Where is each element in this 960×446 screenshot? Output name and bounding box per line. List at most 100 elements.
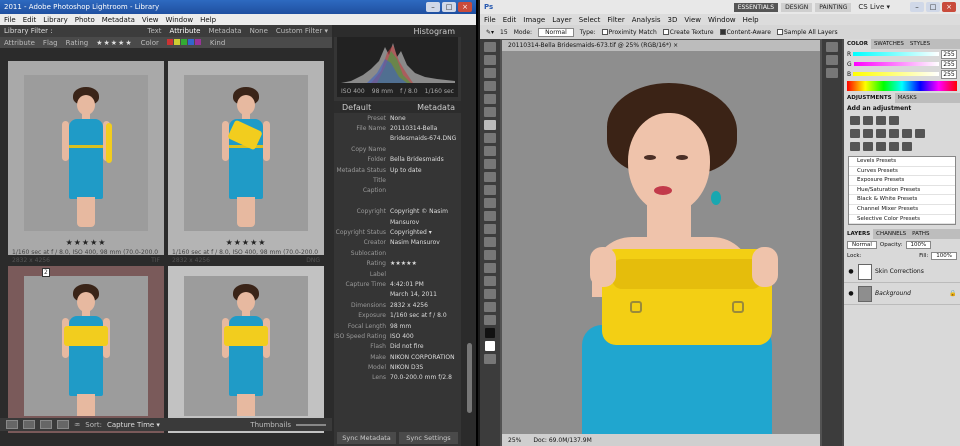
tab-swatches[interactable]: SWATCHES xyxy=(871,39,907,49)
layer-row[interactable]: ● Skin Corrections xyxy=(844,261,960,284)
right-panel-scrollbar[interactable] xyxy=(463,25,476,446)
color-balance-icon[interactable] xyxy=(876,129,886,138)
blend-mode-select[interactable]: Normal xyxy=(847,240,877,249)
blue-value[interactable]: 255 xyxy=(941,69,957,79)
proximity-match-radio[interactable]: Proximity Match xyxy=(601,29,657,36)
metadata-preset-select[interactable]: Default xyxy=(340,102,374,112)
hand-tool-icon[interactable] xyxy=(484,302,496,312)
lr-menu-file[interactable]: File xyxy=(4,16,16,24)
ps-menu-file[interactable]: File xyxy=(484,16,496,24)
pen-tool-icon[interactable] xyxy=(484,224,496,234)
color-spectrum[interactable] xyxy=(847,81,957,91)
adjustment-preset-item[interactable]: Channel Mixer Presets xyxy=(849,205,955,215)
metadata-value[interactable]: Up to date xyxy=(390,167,461,174)
tab-layers[interactable]: LAYERS xyxy=(844,229,874,240)
metadata-value[interactable]: Nasim Mansurov xyxy=(390,239,461,246)
lr-menu-help[interactable]: Help xyxy=(200,16,216,24)
move-tool-icon[interactable] xyxy=(484,42,496,52)
crop-tool-icon[interactable] xyxy=(484,94,496,104)
ps-menu-select[interactable]: Select xyxy=(579,16,601,24)
ps-menu-analysis[interactable]: Analysis xyxy=(632,16,661,24)
metadata-value[interactable]: NIKON D3S xyxy=(390,364,461,371)
kind-label[interactable]: Kind xyxy=(210,39,225,47)
thumbnail-cell[interactable]: ★★★★★ 1/160 sec at f / 8.0, ISO 400, 98 … xyxy=(168,61,324,264)
thumbnail-cell-selected[interactable]: 2 ★★★★★ xyxy=(8,266,164,433)
filter-metadata-tab[interactable]: Metadata xyxy=(208,27,241,35)
type-tool-icon[interactable] xyxy=(484,237,496,247)
metadata-value[interactable]: 20110314-Bella xyxy=(390,125,461,132)
quick-selection-tool-icon[interactable] xyxy=(484,81,496,91)
red-slider[interactable] xyxy=(853,52,939,56)
adjustment-preset-item[interactable]: Selective Color Presets xyxy=(849,215,955,225)
tab-channels[interactable]: CHANNELS xyxy=(873,229,909,239)
zoom-tool-icon[interactable] xyxy=(484,315,496,325)
dodge-tool-icon[interactable] xyxy=(484,211,496,221)
spot-healing-brush-icon[interactable]: ✎▾ xyxy=(486,29,494,36)
metadata-value[interactable]: None xyxy=(390,115,461,122)
blue-slider[interactable] xyxy=(853,72,939,76)
histogram-header[interactable]: Histogram xyxy=(334,25,461,37)
thumbnail-size-slider[interactable] xyxy=(296,423,326,426)
rating-stars-filter[interactable]: ★★★★★ xyxy=(96,39,132,47)
sort-select[interactable]: Capture Time ▾ xyxy=(107,421,160,429)
thumbnail-rating[interactable]: ★★★★★ xyxy=(168,238,324,247)
posterize-icon[interactable] xyxy=(863,142,873,151)
tab-color[interactable]: COLOR xyxy=(844,39,871,49)
opacity-value[interactable]: 100% xyxy=(905,240,932,249)
cs-live-button[interactable]: CS Live ▾ xyxy=(858,3,890,11)
invert-icon[interactable] xyxy=(850,142,860,151)
grid-view-icon[interactable] xyxy=(6,420,18,429)
lr-menu-photo[interactable]: Photo xyxy=(75,16,95,24)
quick-mask-icon[interactable] xyxy=(484,354,496,364)
history-panel-icon[interactable] xyxy=(826,42,838,52)
levels-icon[interactable] xyxy=(863,116,873,125)
metadata-value[interactable]: Mansurov xyxy=(390,219,461,226)
3d-orbit-tool-icon[interactable] xyxy=(484,289,496,299)
tab-styles[interactable]: STYLES xyxy=(907,39,933,49)
ps-menu-filter[interactable]: Filter xyxy=(607,16,624,24)
brush-tool-icon[interactable] xyxy=(484,133,496,143)
document-tab[interactable]: 20110314-Bella Bridesmaids-673.tif @ 25%… xyxy=(502,40,820,51)
photo-filter-icon[interactable] xyxy=(902,129,912,138)
metadata-value[interactable]: NIKON CORPORATION xyxy=(390,354,461,361)
ps-menu-layer[interactable]: Layer xyxy=(552,16,572,24)
shape-tool-icon[interactable] xyxy=(484,263,496,273)
metadata-value[interactable]: 98 mm xyxy=(390,323,461,330)
red-value[interactable]: 255 xyxy=(941,49,957,59)
metadata-value[interactable]: ISO 400 xyxy=(390,333,461,340)
lr-menu-metadata[interactable]: Metadata xyxy=(102,16,135,24)
content-aware-radio[interactable]: Content-Aware xyxy=(719,29,771,36)
compare-view-icon[interactable] xyxy=(40,420,52,429)
lr-menu-window[interactable]: Window xyxy=(166,16,194,24)
metadata-value[interactable]: Did not fire xyxy=(390,343,461,350)
filter-text-tab[interactable]: Text xyxy=(147,27,161,35)
lr-menu-library[interactable]: Library xyxy=(43,16,67,24)
minimize-icon[interactable]: – xyxy=(910,2,924,12)
metadata-value[interactable]: 4:42:01 PM xyxy=(390,281,461,288)
metadata-value[interactable]: 2832 x 4256 xyxy=(390,302,461,309)
adjustment-preset-item[interactable]: Hue/Saturation Presets xyxy=(849,186,955,196)
minimize-icon[interactable]: – xyxy=(426,2,440,12)
survey-view-icon[interactable] xyxy=(57,420,69,429)
info-panel-icon[interactable] xyxy=(826,68,838,78)
workspace-design[interactable]: DESIGN xyxy=(781,2,813,12)
metadata-value[interactable]: 70.0-200.0 mm f/2.8 xyxy=(390,374,461,381)
threshold-icon[interactable] xyxy=(876,142,886,151)
brush-size[interactable]: 15 xyxy=(500,29,508,36)
ps-menu-window[interactable]: Window xyxy=(708,16,736,24)
ps-menu-help[interactable]: Help xyxy=(743,16,759,24)
visibility-eye-icon[interactable]: ● xyxy=(847,268,855,275)
workspace-painting[interactable]: PAINTING xyxy=(815,2,852,12)
metadata-value[interactable]: March 14, 2011 xyxy=(390,291,461,298)
mode-select[interactable]: Normal xyxy=(538,27,574,37)
lr-menu-view[interactable]: View xyxy=(142,16,159,24)
foreground-color-icon[interactable] xyxy=(485,328,495,338)
gradient-map-icon[interactable] xyxy=(889,142,899,151)
brightness-contrast-icon[interactable] xyxy=(850,116,860,125)
eraser-tool-icon[interactable] xyxy=(484,172,496,182)
scrollbar-thumb[interactable] xyxy=(467,343,472,413)
marquee-tool-icon[interactable] xyxy=(484,55,496,65)
healing-brush-tool-icon[interactable] xyxy=(484,120,496,130)
history-brush-tool-icon[interactable] xyxy=(484,159,496,169)
ps-menu-image[interactable]: Image xyxy=(523,16,545,24)
